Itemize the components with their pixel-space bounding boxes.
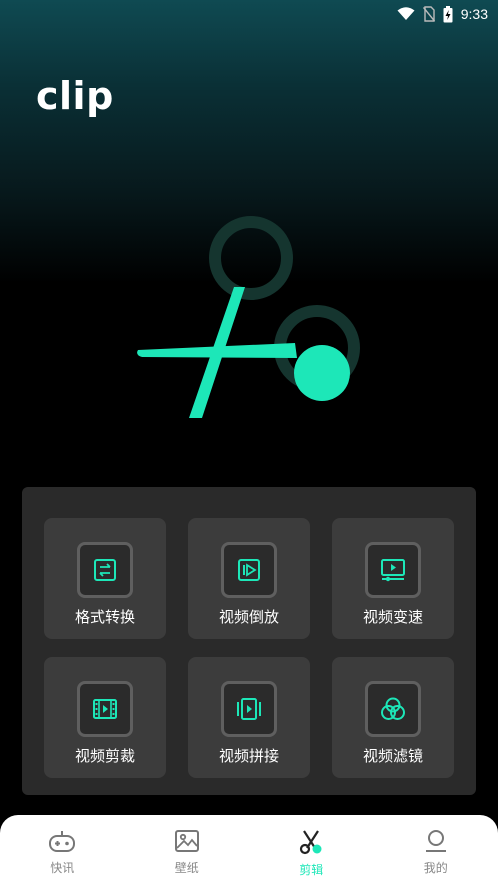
wifi-icon — [397, 7, 415, 20]
tool-video-join[interactable]: 视频拼接 — [188, 657, 310, 778]
battery-charging-icon — [443, 5, 453, 22]
scissors-logo-icon — [137, 216, 360, 418]
tool-label: 视频剪裁 — [74, 747, 135, 765]
tool-film-crop[interactable]: 视频剪裁 — [44, 657, 166, 778]
tool-label: 格式转换 — [74, 608, 135, 626]
tab-label: 快讯 — [50, 861, 75, 875]
person-icon — [425, 830, 446, 852]
tab-wallpaper[interactable]: 壁纸 — [125, 815, 250, 885]
tool-label: 视频变速 — [362, 608, 423, 626]
tool-filter[interactable]: 视频滤镜 — [332, 657, 454, 778]
status-bar: 9:33 — [0, 0, 498, 28]
no-sim-icon — [422, 6, 435, 22]
bottom-tab-bar: 快讯 壁纸 剪辑 我的 — [0, 815, 498, 885]
app-title: clip — [36, 74, 114, 118]
gamepad-icon — [49, 831, 76, 852]
image-icon — [174, 830, 199, 852]
scissors-icon — [300, 830, 322, 855]
tool-label: 视频倒放 — [218, 608, 279, 626]
filter-icon — [365, 681, 421, 737]
tool-speed-change[interactable]: 视频变速 — [332, 518, 454, 639]
tool-label: 视频拼接 — [218, 747, 279, 765]
tab-me[interactable]: 我的 — [374, 815, 498, 885]
tab-news[interactable]: 快讯 — [0, 815, 125, 885]
speed-change-icon — [365, 542, 421, 598]
format-convert-icon — [77, 542, 133, 598]
tab-label: 剪辑 — [299, 863, 324, 877]
film-crop-icon — [77, 681, 133, 737]
tab-label: 我的 — [423, 861, 448, 875]
tab-label: 壁纸 — [174, 861, 199, 875]
video-join-icon — [221, 681, 277, 737]
tools-panel: 格式转换 视频倒放 视频变速 视频剪裁 视频拼接 视频滤镜 — [22, 487, 476, 795]
reverse-play-icon — [221, 542, 277, 598]
clock: 9:33 — [460, 6, 488, 22]
tool-reverse-play[interactable]: 视频倒放 — [188, 518, 310, 639]
tool-label: 视频滤镜 — [362, 747, 423, 765]
tab-edit[interactable]: 剪辑 — [249, 815, 374, 885]
app-screen: 9:33 clip 格式转换 视频倒放 视频变速 视频剪裁 视频拼接 视频滤镜 … — [0, 0, 498, 885]
tool-format-convert[interactable]: 格式转换 — [44, 518, 166, 639]
